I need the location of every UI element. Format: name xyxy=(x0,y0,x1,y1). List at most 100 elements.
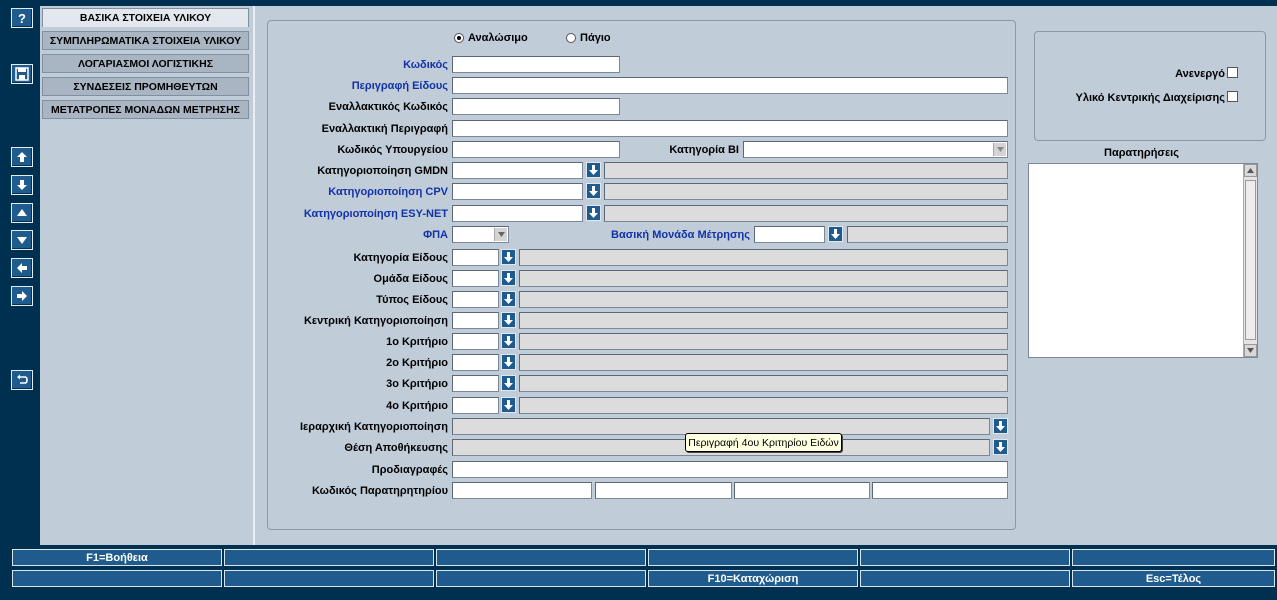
ministry-code-input[interactable] xyxy=(452,141,620,158)
tab-supplementary-info[interactable]: ΣΥΜΠΛΗΡΩΜΑΤΙΚΑ ΣΤΟΙΧΕΙΑ ΥΛΙΚΟΥ xyxy=(42,31,249,50)
criterion2-lov-button[interactable] xyxy=(501,354,516,370)
previous-record-button[interactable] xyxy=(11,203,33,223)
gmdn-input[interactable] xyxy=(452,162,583,179)
radio-consumable-dot[interactable] xyxy=(454,33,464,43)
esynet-input[interactable] xyxy=(452,205,583,222)
fkey-exit[interactable]: Esc=Τέλος xyxy=(1072,570,1275,587)
criterion3-lov-button[interactable] xyxy=(501,375,516,391)
central-class-input[interactable] xyxy=(452,312,499,329)
criterion3-label: 3ο Κριτήριο xyxy=(386,378,448,390)
criterion2-label: 2ο Κριτήριο xyxy=(386,357,448,369)
tab-suppliers[interactable]: ΣΥΝΔΕΣΕΙΣ ΠΡΟΜΗΘΕΥΤΩΝ xyxy=(42,77,249,96)
fkey-empty[interactable] xyxy=(860,570,1070,587)
vat-dropdown-button[interactable] xyxy=(494,228,507,241)
fkey-empty[interactable] xyxy=(224,549,434,566)
tab-accounting[interactable]: ΛΟΓΑΡΙΑΣΜΟΙ ΛΟΓΙΣΤΙΚΗΣ xyxy=(42,54,249,73)
item-category-input[interactable] xyxy=(452,249,499,266)
save-icon xyxy=(15,67,29,81)
specs-input[interactable] xyxy=(452,461,1008,478)
hierarchical-lov-button[interactable] xyxy=(993,418,1008,434)
scroll-thumb[interactable] xyxy=(1245,180,1256,340)
chevron-down-icon xyxy=(996,147,1004,152)
fkey-empty[interactable] xyxy=(436,570,646,587)
tab-unit-conversions[interactable]: ΜΕΤΑΤΡΟΠΕΣ ΜΟΝΑΔΩΝ ΜΕΤΡΗΣΗΣ xyxy=(42,100,249,119)
criterion1-lov-button[interactable] xyxy=(501,333,516,349)
base-unit-input[interactable] xyxy=(754,226,825,243)
alt-description-label: Εναλλακτική Περιγραφή xyxy=(321,123,448,135)
esynet-lov-button[interactable] xyxy=(586,205,601,221)
item-category-lov-button[interactable] xyxy=(501,249,516,265)
down-arrow-icon xyxy=(504,336,513,346)
radio-fixed-asset-dot[interactable] xyxy=(566,33,576,43)
criterion4-input[interactable] xyxy=(452,397,499,414)
bi-category-dropdown-button[interactable] xyxy=(993,143,1006,156)
alt-code-input[interactable] xyxy=(452,98,620,115)
criterion1-input[interactable] xyxy=(452,333,499,350)
radio-consumable-label: Αναλώσιμο xyxy=(468,32,528,44)
cpv-lov-button[interactable] xyxy=(586,183,601,199)
fkey-empty[interactable] xyxy=(436,549,646,566)
undo-button[interactable] xyxy=(11,370,33,390)
criterion2-description xyxy=(519,354,1008,371)
gmdn-label: Κατηγοριοποίηση GMDN xyxy=(317,165,448,177)
radio-fixed-asset-label: Πάγιο xyxy=(580,32,611,44)
vat-select[interactable] xyxy=(452,226,509,243)
central-class-lov-button[interactable] xyxy=(501,312,516,328)
criterion4-lov-button[interactable] xyxy=(501,397,516,413)
item-type-input[interactable] xyxy=(452,291,499,308)
last-record-button[interactable] xyxy=(11,175,33,195)
item-group-input[interactable] xyxy=(452,270,499,287)
radio-consumable[interactable]: Αναλώσιμο xyxy=(454,32,528,44)
code-label: Κωδικός xyxy=(403,59,448,71)
criterion3-input[interactable] xyxy=(452,375,499,392)
down-arrow-icon xyxy=(996,421,1005,431)
radio-fixed-asset[interactable]: Πάγιο xyxy=(566,32,611,44)
storage-label: Θέση Αποθήκευσης xyxy=(344,442,448,454)
undo-icon xyxy=(17,374,28,384)
item-group-lov-button[interactable] xyxy=(501,270,516,286)
item-group-label: Ομάδα Είδους xyxy=(373,273,448,285)
first-record-button[interactable] xyxy=(11,147,33,167)
remarks-textarea[interactable] xyxy=(1028,163,1258,358)
item-category-label: Κατηγορία Είδους xyxy=(353,252,448,264)
fkey-empty[interactable] xyxy=(860,549,1070,566)
base-unit-lov-button[interactable] xyxy=(828,226,843,242)
fkey-help[interactable]: F1=Βοήθεια xyxy=(12,549,222,566)
down-arrow-icon xyxy=(831,229,840,239)
observatory-code-input-3[interactable] xyxy=(734,482,870,499)
observatory-code-input-1[interactable] xyxy=(452,482,592,499)
central-managed-checkbox[interactable] xyxy=(1227,91,1238,102)
save-button[interactable] xyxy=(11,64,33,84)
fkey-empty[interactable] xyxy=(12,570,222,587)
scroll-down-button[interactable] xyxy=(1244,344,1257,357)
fkey-empty[interactable] xyxy=(648,549,858,566)
item-category-description xyxy=(519,249,1008,266)
observatory-code-input-2[interactable] xyxy=(595,482,732,499)
cpv-input[interactable] xyxy=(452,183,583,200)
criterion2-input[interactable] xyxy=(452,354,499,371)
fkey-empty[interactable] xyxy=(224,570,434,587)
tab-basic-info[interactable]: ΒΑΣΙΚΑ ΣΤΟΙΧΕΙΑ ΥΛΙΚΟΥ xyxy=(42,8,249,27)
storage-lov-button[interactable] xyxy=(993,439,1008,455)
item-type-lov-button[interactable] xyxy=(501,291,516,307)
fkey-empty[interactable] xyxy=(1072,549,1275,566)
next-record-button[interactable] xyxy=(11,230,33,250)
alt-description-input[interactable] xyxy=(452,120,1008,137)
description-input[interactable] xyxy=(452,77,1008,94)
help-button[interactable]: ? xyxy=(11,8,33,28)
vat-label: ΦΠΑ xyxy=(423,229,448,241)
fkey-commit[interactable]: F10=Καταχώριση xyxy=(648,570,858,587)
central-class-description xyxy=(519,312,1008,329)
inactive-checkbox[interactable] xyxy=(1227,67,1238,78)
scroll-up-button[interactable] xyxy=(1244,164,1257,177)
remarks-scrollbar[interactable] xyxy=(1243,164,1257,357)
next-block-button[interactable] xyxy=(11,286,33,306)
code-input[interactable] xyxy=(452,56,620,73)
right-arrow-icon xyxy=(17,291,27,301)
item-type-description xyxy=(519,291,1008,308)
previous-block-button[interactable] xyxy=(11,258,33,278)
observatory-code-input-4[interactable] xyxy=(872,482,1008,499)
tooltip: Περιγραφή 4ου Κριτηρίου Ειδών xyxy=(685,433,842,452)
bi-category-select[interactable] xyxy=(743,141,1008,158)
gmdn-lov-button[interactable] xyxy=(586,162,601,178)
